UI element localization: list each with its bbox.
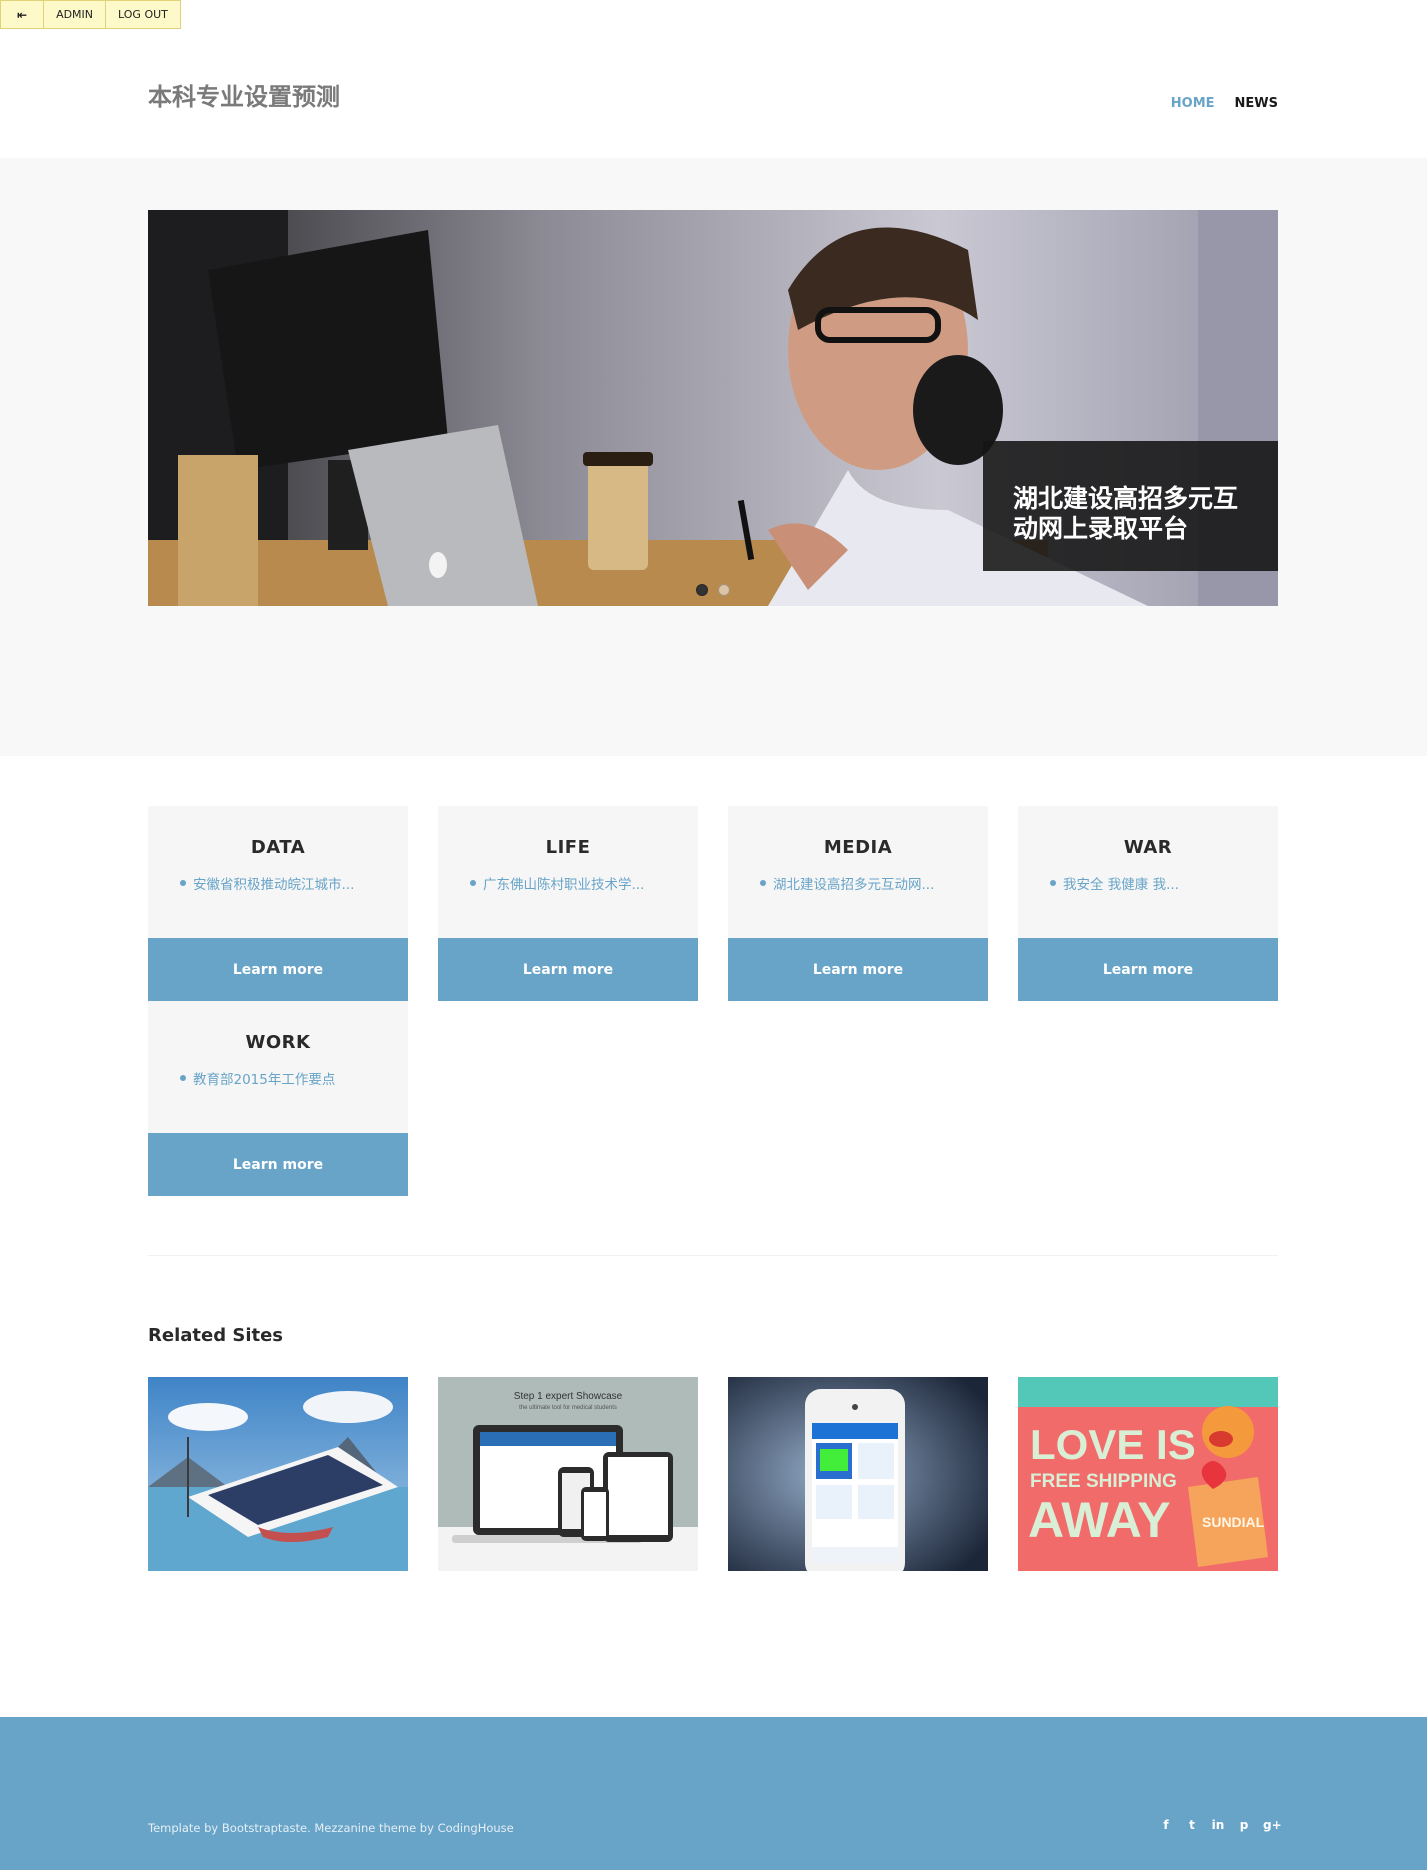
social-links: f t in p g+ <box>1159 1818 1282 1832</box>
showcase-title: Step 1 expert Showcase <box>514 1391 623 1402</box>
category-card-life: LIFE 广东佛山陈村职业技术学... Learn more <box>438 806 698 1001</box>
collapse-toolbar-icon[interactable]: ⇤ <box>1 1 45 28</box>
related-sites-heading: Related Sites <box>148 1325 284 1346</box>
nav-news[interactable]: NEWS <box>1235 96 1278 111</box>
learn-more-button[interactable]: Learn more <box>438 938 698 1001</box>
pinterest-icon[interactable]: p <box>1237 1818 1251 1832</box>
category-heading: MEDIA <box>823 837 893 858</box>
google-plus-icon[interactable]: g+ <box>1263 1818 1282 1832</box>
bullet-icon <box>470 880 476 886</box>
slider-dots <box>696 584 730 596</box>
footer-credit: Template by Bootstraptaste. Mezzanine th… <box>148 1821 514 1835</box>
hero-slider[interactable]: 湖北建设高招多元互动网上录取平台 <box>148 210 1278 606</box>
footer: Template by Bootstraptaste. Mezzanine th… <box>0 1717 1427 1870</box>
related-site-thumb-4[interactable]: LOVE IS FREE SHIPPING AWAY SUNDIAL <box>1018 1377 1278 1571</box>
related-site-thumb-1[interactable] <box>148 1377 408 1571</box>
category-card-work: WORK 教育部2015年工作要点 Learn more <box>148 1001 408 1196</box>
responsive-devices-image: Step 1 expert Showcase the ultimate tool… <box>438 1377 698 1571</box>
related-site-thumb-3[interactable] <box>728 1377 988 1571</box>
category-item[interactable]: 安徽省积极推动皖江城市... <box>148 873 408 893</box>
learn-more-button[interactable]: Learn more <box>1018 938 1278 1001</box>
category-heading: DATA <box>250 837 306 858</box>
bullet-icon <box>1050 880 1056 886</box>
category-card-war: WAR 我安全 我健康 我... Learn more <box>1018 806 1278 1001</box>
category-item[interactable]: 我安全 我健康 我... <box>1018 873 1278 893</box>
love-is-text: LOVE IS <box>1030 1421 1196 1468</box>
bullet-icon <box>180 1075 186 1081</box>
slider-dot-2[interactable] <box>718 584 730 596</box>
showcase-subtitle: the ultimate tool for medical students <box>519 1405 617 1411</box>
logout-link[interactable]: LOG OUT <box>106 1 180 28</box>
phone-app-image <box>728 1377 988 1571</box>
related-site-thumb-2[interactable]: Step 1 expert Showcase the ultimate tool… <box>438 1377 698 1571</box>
category-card-data: DATA 安徽省积极推动皖江城市... Learn more <box>148 806 408 1001</box>
category-item[interactable]: 广东佛山陈村职业技术学... <box>438 873 698 893</box>
facebook-icon[interactable]: f <box>1159 1818 1173 1832</box>
love-is-away-image: LOVE IS FREE SHIPPING AWAY SUNDIAL <box>1018 1377 1278 1571</box>
learn-more-button[interactable]: Learn more <box>728 938 988 1001</box>
away-text: AWAY <box>1028 1492 1171 1548</box>
category-heading: LIFE <box>545 837 591 858</box>
main-nav: HOME NEWS <box>1171 96 1278 111</box>
category-heading: WORK <box>245 1032 311 1053</box>
section-divider <box>148 1255 1278 1256</box>
category-item[interactable]: 湖北建设高招多元互动网... <box>728 873 988 893</box>
linkedin-icon[interactable]: in <box>1211 1818 1225 1832</box>
hero-caption: 湖北建设高招多元互动网上录取平台 <box>983 441 1278 571</box>
slider-dot-1[interactable] <box>696 584 708 596</box>
bullet-icon <box>180 880 186 886</box>
category-heading: WAR <box>1123 837 1173 858</box>
nav-home[interactable]: HOME <box>1171 96 1215 111</box>
bullet-icon <box>760 880 766 886</box>
admin-link[interactable]: ADMIN <box>44 1 107 28</box>
category-card-media: MEDIA 湖北建设高招多元互动网... Learn more <box>728 806 988 1001</box>
lake-website-image <box>148 1377 408 1571</box>
admin-toolbar: ⇤ ADMIN LOG OUT <box>0 0 181 29</box>
twitter-icon[interactable]: t <box>1185 1818 1199 1832</box>
learn-more-button[interactable]: Learn more <box>148 1133 408 1196</box>
free-shipping-text: FREE SHIPPING <box>1030 1471 1177 1492</box>
site-title[interactable]: 本科专业设置预测 <box>148 77 340 112</box>
learn-more-button[interactable]: Learn more <box>148 938 408 1001</box>
category-item[interactable]: 教育部2015年工作要点 <box>148 1068 408 1088</box>
sundial-brand-text: SUNDIAL <box>1202 1514 1265 1530</box>
